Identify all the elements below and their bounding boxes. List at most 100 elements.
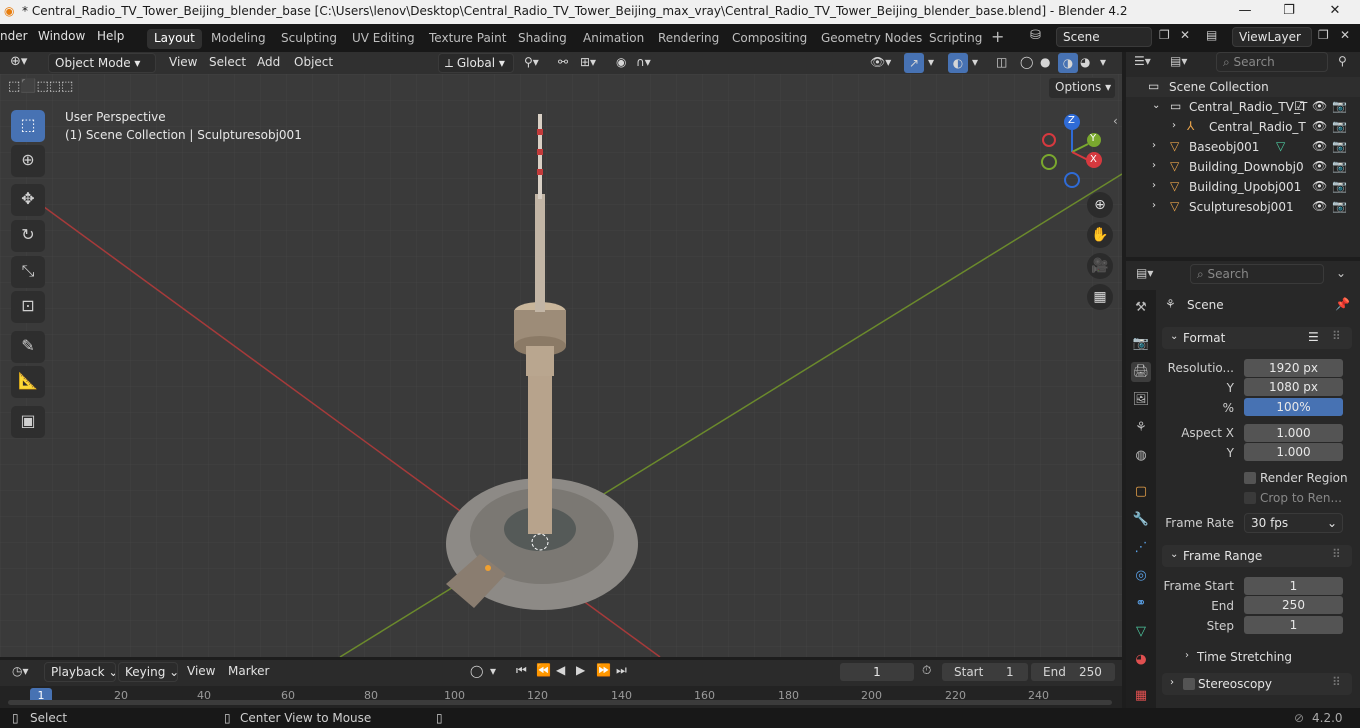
jump-start-icon[interactable]: ⏮	[516, 663, 527, 678]
eye-icon[interactable]: 👁	[1312, 179, 1327, 193]
outliner-type-icon[interactable]: ☰▾	[1134, 54, 1151, 68]
outliner-row-sculptures[interactable]: › ▽ Sculpturesobj001 👁 📷	[1126, 197, 1360, 217]
add-cube-tool-icon[interactable]: ▣	[11, 406, 45, 438]
select-mode-icons[interactable]: ⬚⬛⬚⬚⬚	[8, 79, 73, 94]
timeline-editor-type-icon[interactable]: ◷▾	[12, 664, 29, 678]
gizmo-x-label[interactable]: X	[1090, 154, 1097, 165]
tab-sculpting[interactable]: Sculpting	[274, 29, 344, 49]
outliner-row-scene-collection[interactable]: ▭ Scene Collection	[1126, 77, 1360, 97]
render-camera-icon[interactable]: 📷	[1332, 99, 1347, 113]
transform-orientation-dropdown[interactable]: ⟂ Global ▾	[438, 53, 514, 73]
frame-end-field[interactable]: 250	[1244, 596, 1343, 614]
physics-tab-icon[interactable]: ◎	[1131, 566, 1151, 586]
drag-handle-icon[interactable]: ⠿	[1332, 329, 1341, 343]
time-stretching-subpanel[interactable]: Time Stretching	[1197, 650, 1292, 664]
menu-help[interactable]: Help	[97, 29, 124, 43]
shading-dropdown-icon[interactable]: ▾	[1100, 55, 1106, 69]
overlay-toggle-icon[interactable]: ◐	[948, 53, 968, 73]
snap-target-icon[interactable]: ⊞▾	[580, 55, 596, 69]
eye-icon[interactable]: 👁	[1312, 119, 1327, 133]
format-panel-header[interactable]: ⌄ Format ☰ ⠿	[1162, 327, 1352, 349]
ortho-grid-icon[interactable]: ▦	[1087, 284, 1113, 310]
properties-search-input[interactable]: ⌕ Search	[1190, 264, 1324, 284]
object-mode-dropdown[interactable]: Object Mode ▾	[48, 53, 156, 73]
expand-right-icon[interactable]: ›	[1152, 180, 1156, 191]
eye-icon[interactable]: 👁	[1312, 139, 1327, 153]
menu-object[interactable]: Object	[294, 55, 333, 69]
wireframe-shading-icon[interactable]: ◯	[1020, 55, 1033, 69]
close-button[interactable]: ✕	[1312, 0, 1358, 24]
timeline-menu-marker[interactable]: Marker	[228, 664, 269, 678]
move-tool-icon[interactable]: ✥	[11, 184, 45, 216]
playback-dropdown[interactable]: Playback ⌄	[44, 662, 116, 682]
mesh-data-icon[interactable]: ▽	[1276, 139, 1285, 153]
falloff-icon[interactable]: ∩▾	[636, 55, 651, 69]
menu-view[interactable]: View	[169, 55, 197, 69]
properties-type-icon[interactable]: ▤▾	[1136, 266, 1153, 280]
object-tab-icon[interactable]: ▢	[1131, 482, 1151, 502]
stereoscopy-panel-header[interactable]: › Stereoscopy ⠿	[1162, 673, 1352, 695]
data-tab-icon[interactable]: ▽	[1131, 622, 1151, 642]
frame-ruler[interactable]: 1 20 40 60 80 100 120 140 160 180 200 22…	[0, 686, 1122, 708]
menu-select[interactable]: Select	[209, 55, 246, 69]
properties-options-icon[interactable]: ⌄	[1336, 266, 1346, 280]
outliner-search-input[interactable]: ⌕ Search	[1216, 52, 1328, 72]
tab-shading[interactable]: Shading	[511, 29, 574, 49]
editor-type-icon[interactable]: ⊕▾	[10, 54, 27, 69]
select-tool-icon[interactable]: ⬚	[11, 110, 45, 142]
gizmo-y-label[interactable]: Y	[1090, 133, 1096, 144]
expand-right-icon[interactable]: ›	[1185, 650, 1189, 661]
minimize-button[interactable]: —	[1222, 0, 1268, 24]
outliner-row-baseobj001[interactable]: › ▽ Baseobj001 ▽ 👁 📷	[1126, 137, 1360, 157]
keying-dropdown[interactable]: Keying ⌄	[118, 662, 178, 682]
new-viewlayer-icon[interactable]: ❐	[1318, 28, 1329, 42]
scene-icon[interactable]: ⛁	[1030, 28, 1041, 43]
tab-modeling[interactable]: Modeling	[204, 29, 273, 49]
keying-set-icon[interactable]: ▾	[490, 664, 496, 678]
timeline-end-field[interactable]: End 250	[1031, 663, 1115, 681]
menu-window[interactable]: Window	[38, 29, 85, 43]
visibility-icon[interactable]: 👁▾	[870, 55, 891, 69]
solid-shading-icon[interactable]: ●	[1040, 55, 1050, 69]
tool-tab-icon[interactable]: ⚒	[1131, 298, 1151, 318]
tab-layout[interactable]: Layout	[147, 29, 202, 49]
drag-handle-icon[interactable]: ⠿	[1332, 675, 1341, 689]
tab-uv-editing[interactable]: UV Editing	[345, 29, 422, 49]
render-camera-icon[interactable]: 📷	[1332, 139, 1347, 153]
expand-down-icon[interactable]: ⌄	[1152, 100, 1160, 111]
timeline-start-field[interactable]: Start 1	[942, 663, 1028, 681]
expand-right-icon[interactable]: ›	[1172, 120, 1176, 131]
timeline-scrollbar[interactable]	[8, 700, 1112, 705]
viewlayer-field[interactable]: ViewLayer	[1232, 27, 1312, 47]
aspect-x-field[interactable]: 1.000	[1244, 424, 1343, 442]
material-shading-icon[interactable]: ◑	[1058, 53, 1078, 73]
frame-range-panel-header[interactable]: ⌄ Frame Range ⠿	[1162, 545, 1352, 567]
tab-texture-paint[interactable]: Texture Paint	[422, 29, 513, 49]
outliner-row-building-down[interactable]: › ▽ Building_Downobj0 👁 📷	[1126, 157, 1360, 177]
prev-keyframe-icon[interactable]: ⏪	[536, 663, 551, 677]
overlay-dropdown-icon[interactable]: ▾	[972, 55, 978, 69]
view-layer-tab-icon[interactable]: 🖼	[1131, 390, 1151, 410]
tab-scripting[interactable]: Scripting	[922, 29, 989, 49]
proportional-edit-icon[interactable]: ◉	[616, 55, 626, 69]
checkbox-icon[interactable]: ☑	[1294, 99, 1305, 113]
render-tab-icon[interactable]: 📷	[1131, 334, 1151, 354]
stopwatch-icon[interactable]: ⏱	[922, 663, 931, 678]
options-dropdown[interactable]: Options ▾	[1048, 77, 1116, 99]
annotate-tool-icon[interactable]: ✎	[11, 331, 45, 363]
gizmo-toggle-icon[interactable]: ↗	[904, 53, 924, 73]
measure-tool-icon[interactable]: 📐	[11, 366, 45, 398]
tab-animation[interactable]: Animation	[576, 29, 651, 49]
new-scene-icon[interactable]: ❐	[1159, 28, 1170, 42]
maximize-button[interactable]: ❐	[1266, 0, 1312, 24]
display-mode-icon[interactable]: ▤▾	[1170, 54, 1187, 68]
frame-step-field[interactable]: 1	[1244, 616, 1343, 634]
current-frame-field[interactable]: 1	[840, 663, 914, 681]
outliner-row-central-empty[interactable]: › ⅄ Central_Radio_T 👁 📷	[1126, 117, 1360, 137]
modifier-tab-icon[interactable]: 🔧	[1131, 510, 1151, 530]
tab-geometry-nodes[interactable]: Geometry Nodes	[814, 29, 929, 49]
frame-start-field[interactable]: 1	[1244, 577, 1343, 595]
play-reverse-icon[interactable]: ◀	[556, 663, 565, 677]
sidebar-toggle-icon[interactable]: ‹	[1113, 114, 1118, 128]
scene-tab-icon[interactable]: ⚘	[1131, 418, 1151, 438]
